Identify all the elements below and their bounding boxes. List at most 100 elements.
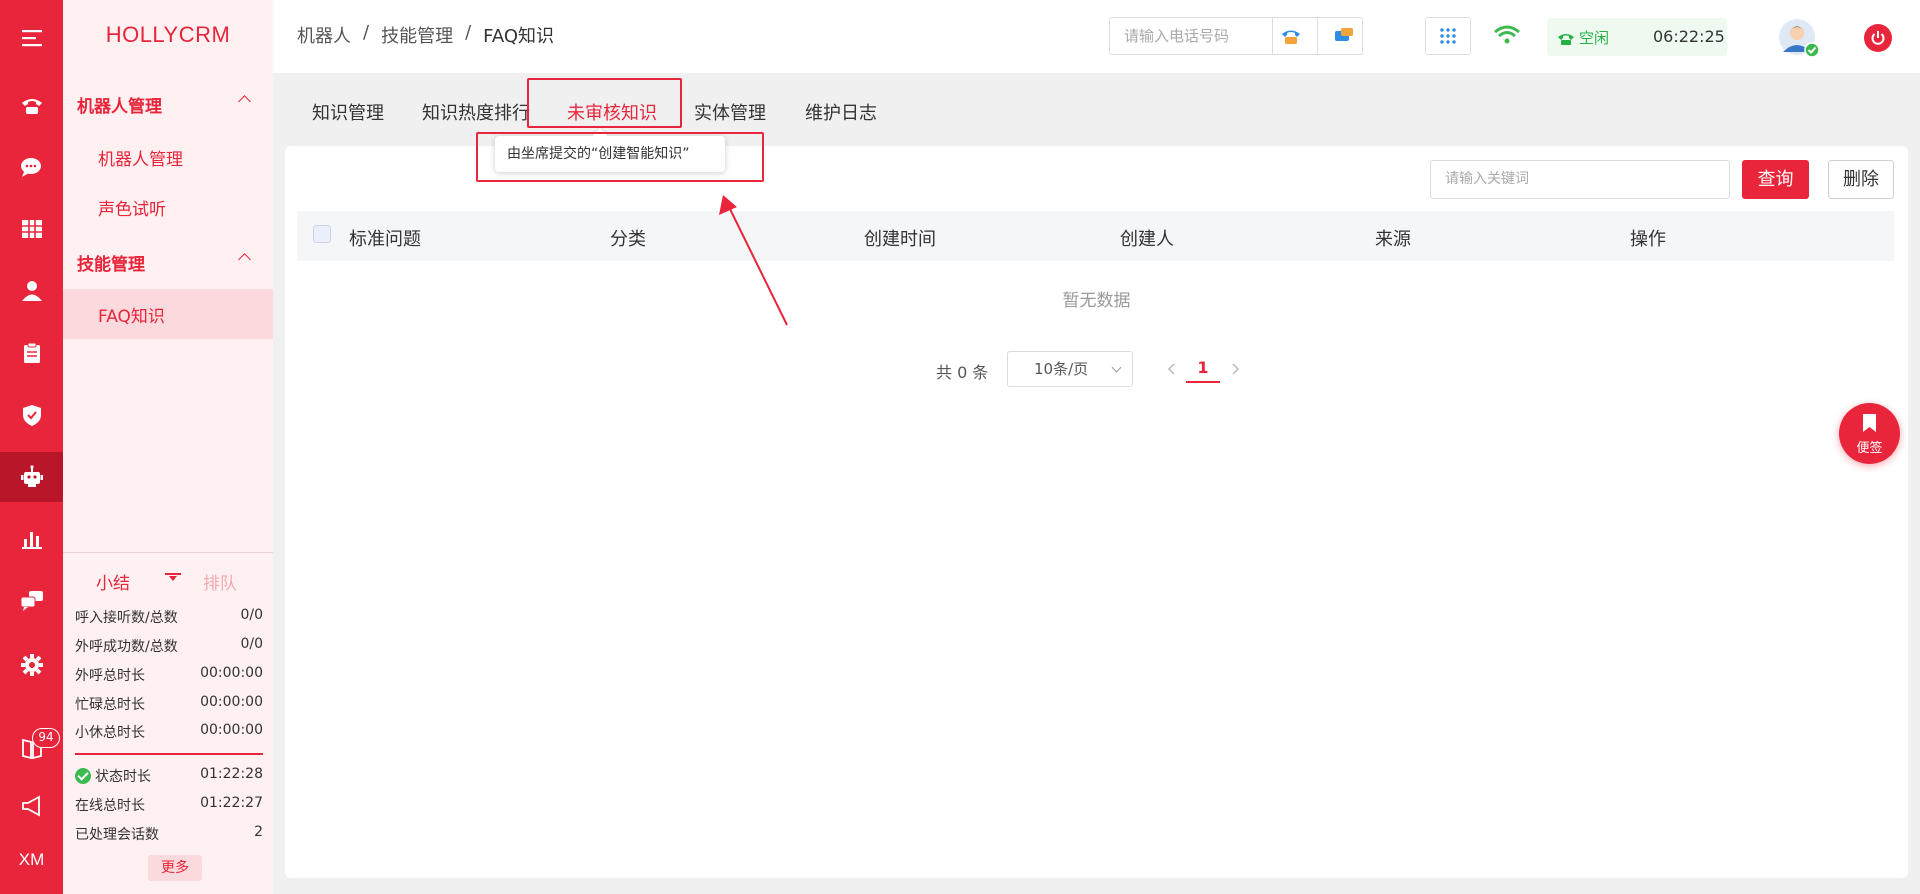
summary-label: 已处理会话数 bbox=[75, 827, 159, 843]
breadcrumb-item[interactable]: 技能管理 bbox=[381, 22, 453, 48]
bar-chart-icon[interactable] bbox=[0, 514, 63, 564]
summary-label: 呼入接听数/总数 bbox=[75, 610, 178, 626]
total-count: 共 0 条 bbox=[936, 363, 989, 382]
top-bar: 机器人 / 技能管理 / FAQ知识 请输入电话号码 空闲 06:22:25 bbox=[273, 0, 1920, 73]
status-label: 空闲 bbox=[1579, 29, 1610, 47]
gear-icon[interactable] bbox=[0, 640, 63, 690]
summary-label: 忙碌总时长 bbox=[75, 697, 145, 713]
column-header: 来源 bbox=[1375, 229, 1411, 250]
check-circle-icon bbox=[75, 768, 91, 784]
summary-row: 忙碌总时长 00:00:00 bbox=[75, 694, 263, 714]
empty-state-text: 暂无数据 bbox=[1062, 291, 1131, 311]
summary-row: 外呼总时长 00:00:00 bbox=[75, 665, 263, 685]
summary-value: 2 bbox=[254, 824, 263, 840]
annotation-arrow-icon bbox=[719, 195, 788, 326]
summary-row: 小休总时长 00:00:00 bbox=[75, 722, 263, 742]
menu-group-robot[interactable]: 机器人管理 bbox=[63, 82, 273, 126]
power-icon bbox=[1871, 31, 1885, 45]
user-icon[interactable] bbox=[0, 266, 63, 316]
summary-label: 外呼成功数/总数 bbox=[75, 639, 178, 655]
breadcrumb-item[interactable]: 机器人 bbox=[297, 22, 351, 48]
page-size-value: 10条/页 bbox=[1034, 360, 1089, 378]
robot-icon[interactable] bbox=[0, 452, 63, 502]
summary-row: 已处理会话数 2 bbox=[75, 824, 263, 844]
summary-row: 状态时长 01:22:28 bbox=[75, 766, 263, 786]
breadcrumb-current: FAQ知识 bbox=[483, 26, 555, 47]
summary-value: 00:00:00 bbox=[200, 694, 263, 710]
clipboard-icon[interactable] bbox=[0, 328, 63, 378]
agent-status[interactable]: 空闲 06:22:25 bbox=[1547, 18, 1727, 56]
sticky-note-label: 便签 bbox=[1856, 441, 1883, 456]
summary-value: 01:22:28 bbox=[200, 766, 263, 782]
menu-item-faq[interactable]: FAQ知识 bbox=[63, 289, 273, 339]
dial-phone-icon[interactable] bbox=[1280, 26, 1302, 46]
messages-icon[interactable] bbox=[0, 576, 63, 626]
summary-value: 01:22:27 bbox=[200, 795, 263, 811]
grid-icon[interactable] bbox=[0, 204, 63, 254]
tab-summary[interactable]: 小结 bbox=[96, 569, 130, 594]
menu-item-robot-manage[interactable]: 机器人管理 bbox=[63, 132, 273, 182]
prev-page-icon[interactable] bbox=[1164, 359, 1180, 379]
summary-value: 00:00:00 bbox=[200, 722, 263, 738]
pagination: 共 0 条 10条/页 1 bbox=[285, 351, 1908, 387]
menu-group-label: 机器人管理 bbox=[77, 96, 162, 117]
megaphone-icon[interactable] bbox=[0, 781, 63, 831]
breadcrumb: 机器人 / 技能管理 / FAQ知识 bbox=[297, 22, 554, 48]
tab-entity-manage[interactable]: 实体管理 bbox=[694, 99, 766, 125]
summary-label: 状态时长 bbox=[95, 769, 151, 785]
menu-icon[interactable] bbox=[0, 13, 63, 63]
user-initials: XM bbox=[18, 850, 45, 869]
column-header: 创建时间 bbox=[864, 229, 936, 250]
chevron-down-icon bbox=[1111, 362, 1122, 373]
power-button[interactable] bbox=[1864, 24, 1892, 52]
phone-status-icon bbox=[1558, 33, 1574, 45]
summary-panel: 小结 排队 呼入接听数/总数 0/0 外呼成功数/总数 0/0 外呼总时长 00:00… bbox=[63, 552, 273, 894]
apps-button[interactable] bbox=[1425, 17, 1471, 55]
tab-knowledge-manage[interactable]: 知识管理 bbox=[312, 99, 384, 125]
menu-item-voice-preview[interactable]: 声色试听 bbox=[63, 182, 273, 232]
column-header: 操作 bbox=[1630, 229, 1666, 250]
keyword-search-input[interactable]: 请输入关键词 bbox=[1430, 160, 1730, 199]
phone-actions bbox=[1273, 17, 1363, 55]
status-timer: 06:22:25 bbox=[1653, 27, 1725, 46]
phone-icon[interactable] bbox=[0, 80, 63, 130]
chevron-up-icon bbox=[238, 253, 251, 266]
icon-rail: 94 XM bbox=[0, 0, 63, 894]
tab-knowledge-ranking[interactable]: 知识热度排行 bbox=[422, 99, 530, 125]
page-size-select[interactable]: 10条/页 bbox=[1007, 351, 1133, 387]
breadcrumb-separator: / bbox=[465, 22, 472, 43]
tab-queue[interactable]: 排队 bbox=[203, 569, 237, 594]
query-button[interactable]: 查询 bbox=[1742, 160, 1809, 199]
menu-group-skill[interactable]: 技能管理 bbox=[63, 240, 273, 284]
avatar[interactable] bbox=[1778, 18, 1820, 58]
chat-icon[interactable] bbox=[0, 142, 63, 192]
summary-row: 在线总时长 01:22:27 bbox=[75, 795, 263, 815]
annotation-highlight-tab bbox=[527, 78, 682, 128]
annotation-highlight-tooltip bbox=[476, 132, 764, 182]
sms-icon[interactable] bbox=[1333, 26, 1355, 46]
select-all-checkbox[interactable] bbox=[313, 225, 331, 243]
column-header: 创建人 bbox=[1120, 229, 1174, 250]
sidebar: HOLLYCRM 机器人管理 机器人管理 声色试听 技能管理 FAQ知识 小结 … bbox=[63, 0, 273, 894]
notification-badge: 94 bbox=[32, 728, 60, 748]
sticky-note-button[interactable]: 便签 bbox=[1839, 403, 1900, 464]
summary-row: 外呼成功数/总数 0/0 bbox=[75, 636, 263, 656]
next-page-icon[interactable] bbox=[1227, 359, 1243, 379]
tab-maintenance-log[interactable]: 维护日志 bbox=[805, 99, 877, 125]
agent-avatar-icon bbox=[1779, 19, 1820, 58]
brand-logo: HOLLYCRM bbox=[105, 22, 231, 47]
phone-number-input[interactable]: 请输入电话号码 bbox=[1109, 17, 1273, 55]
delete-button[interactable]: 删除 bbox=[1828, 160, 1894, 199]
current-page[interactable]: 1 bbox=[1186, 355, 1220, 383]
content-card: 请输入关键词 查询 删除 标准问题 分类 创建时间 创建人 来源 操作 暂无数据… bbox=[285, 146, 1908, 878]
summary-label: 小休总时长 bbox=[75, 725, 145, 741]
more-button[interactable]: 更多 bbox=[148, 855, 202, 881]
summary-value: 0/0 bbox=[240, 636, 263, 652]
column-header: 分类 bbox=[610, 229, 646, 250]
summary-row: 呼入接听数/总数 0/0 bbox=[75, 607, 263, 627]
summary-divider bbox=[75, 753, 263, 755]
summary-label: 外呼总时长 bbox=[75, 668, 145, 684]
shield-icon[interactable] bbox=[0, 390, 63, 440]
apps-grid-icon bbox=[1440, 28, 1456, 44]
chevron-up-icon bbox=[238, 95, 251, 108]
